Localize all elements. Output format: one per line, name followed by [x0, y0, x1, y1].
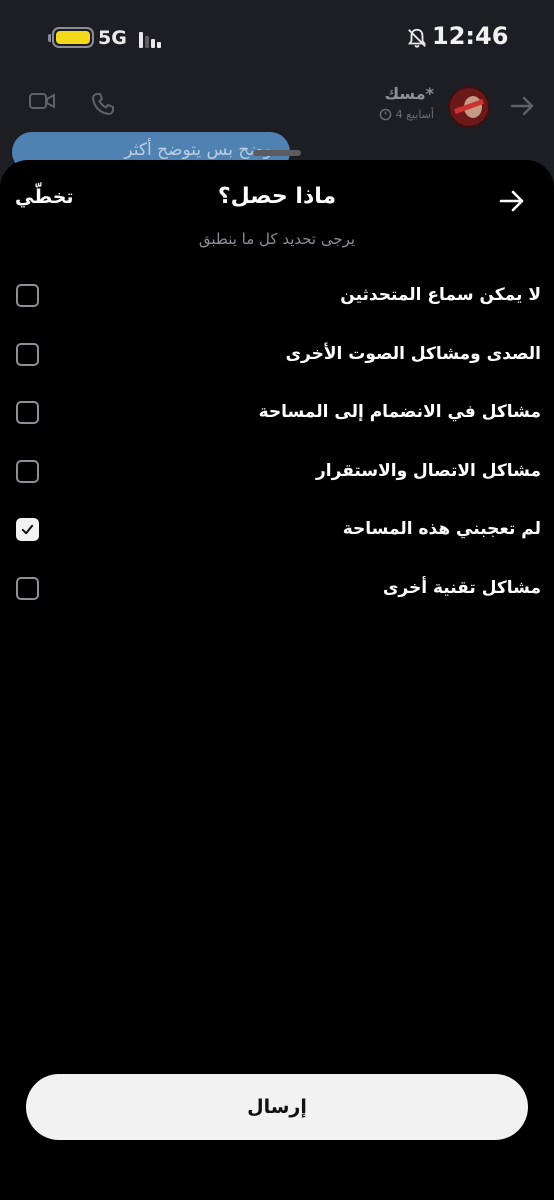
- option-did-not-like-space[interactable]: لم تعجبني هذه المساحة: [0, 500, 554, 559]
- option-checkbox[interactable]: [16, 342, 39, 366]
- screen: 5G 12:46 مسك* 4 أسابيع وضح بس يتوضح أكثر…: [0, 0, 554, 1200]
- clock: 12:46: [432, 22, 509, 50]
- battery-icon: [48, 27, 94, 48]
- skip-button[interactable]: تخطّي: [15, 186, 74, 208]
- option-label: مشاكل تقنية أخرى: [382, 577, 541, 598]
- sheet-subtitle: يرجى تحديد كل ما ينطبق: [198, 230, 356, 248]
- back-arrow-icon[interactable]: [510, 94, 536, 118]
- sheet-title: ماذا حصل؟: [217, 184, 337, 209]
- option-label: مشاكل الاتصال والاستقرار: [316, 460, 541, 481]
- option-connection-stability[interactable]: مشاكل الاتصال والاستقرار: [0, 442, 554, 501]
- chat-name: مسك*: [384, 84, 434, 103]
- option-label: الصدى ومشاكل الصوت الأخرى: [285, 343, 541, 364]
- option-label: لا يمكن سماع المتحدثين: [340, 285, 541, 305]
- option-label: مشاكل في الانضمام إلى المساحة: [258, 402, 541, 422]
- option-checkbox[interactable]: [16, 576, 39, 600]
- option-other-technical-issues[interactable]: مشاكل تقنية أخرى: [0, 559, 554, 618]
- background-message-text: وضح بس يتوضح أكثر: [124, 140, 272, 160]
- chat-meta: 4 أسابيع: [379, 108, 434, 121]
- bell-off-icon: [407, 28, 427, 48]
- checkmark-icon: [21, 524, 34, 535]
- drag-handle[interactable]: [253, 150, 301, 156]
- option-label: لم تعجبني هذه المساحة: [342, 519, 541, 539]
- send-button[interactable]: إرسال: [26, 1074, 528, 1140]
- chat-time-ago: 4 أسابيع: [395, 108, 434, 121]
- status-bar: 5G 12:46: [0, 0, 554, 76]
- signal-icon: [139, 30, 163, 48]
- report-sheet: ماذا حصل؟ تخطّي يرجى تحديد كل ما ينطبق ل…: [0, 150, 554, 1200]
- option-checkbox[interactable]: [16, 401, 39, 424]
- timer-icon: [379, 108, 391, 121]
- phone-icon[interactable]: [90, 92, 116, 116]
- option-echo-audio-issues[interactable]: الصدى ومشاكل الصوت الأخرى: [0, 325, 554, 384]
- option-cannot-hear-speakers[interactable]: لا يمكن سماع المتحدثين: [0, 266, 554, 325]
- options-list: لا يمكن سماع المتحدثين الصدى ومشاكل الصو…: [0, 266, 554, 617]
- option-checkbox[interactable]: [16, 518, 39, 541]
- video-camera-icon[interactable]: [28, 90, 56, 112]
- option-joining-issues[interactable]: مشاكل في الانضمام إلى المساحة: [0, 383, 554, 442]
- chat-header: مسك* 4 أسابيع: [0, 76, 554, 136]
- option-checkbox[interactable]: [16, 284, 39, 307]
- option-checkbox[interactable]: [16, 459, 39, 483]
- avatar[interactable]: [448, 86, 490, 128]
- network-label: 5G: [98, 27, 127, 49]
